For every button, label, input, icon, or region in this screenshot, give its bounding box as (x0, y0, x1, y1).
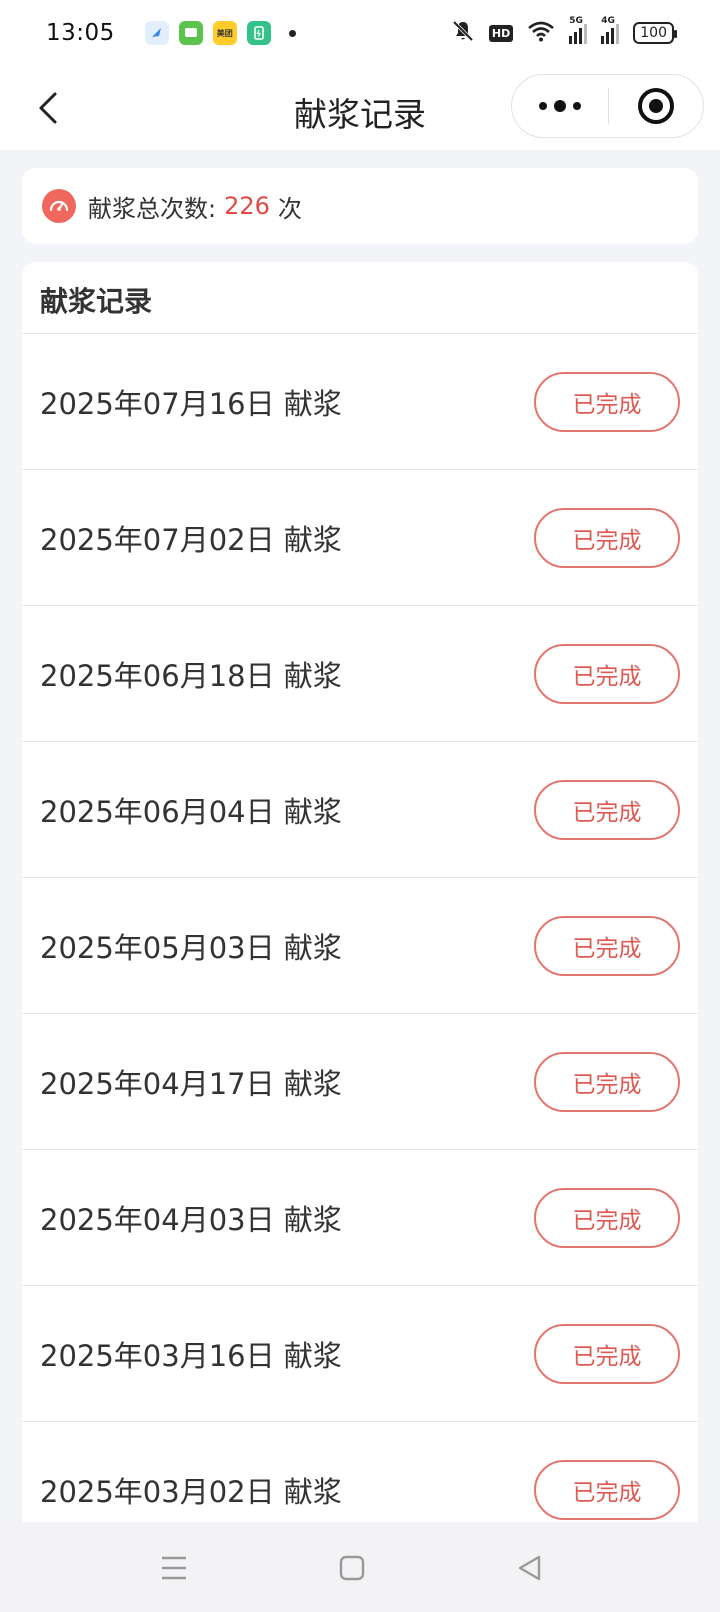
status-button[interactable]: 已完成 (534, 779, 680, 840)
status-button[interactable]: 已完成 (534, 1323, 680, 1384)
wifi-icon (527, 20, 555, 46)
system-nav-bar (0, 1524, 720, 1612)
record-row[interactable]: 2025年05月03日 献浆 已完成 (22, 878, 698, 1014)
status-button[interactable]: 已完成 (534, 371, 680, 432)
back-triangle-icon[interactable] (512, 1550, 548, 1586)
more-button[interactable] (512, 75, 608, 137)
record-date: 2025年03月02日 献浆 (40, 1474, 342, 1509)
record-row[interactable]: 2025年04月03日 献浆 已完成 (22, 1150, 698, 1286)
record-date: 2025年04月03日 献浆 (40, 1202, 342, 1237)
battery-saver-icon (246, 21, 271, 45)
meituan-icon: 美团 (212, 21, 237, 45)
record-date: 2025年03月16日 献浆 (40, 1338, 342, 1373)
more-notifications-dot (288, 29, 296, 37)
status-button[interactable]: 已完成 (534, 643, 680, 704)
record-date: 2025年06月18日 献浆 (40, 658, 342, 693)
status-time: 13:05 (46, 20, 115, 46)
record-row[interactable]: 2025年04月17日 献浆 已完成 (22, 1014, 698, 1150)
status-button[interactable]: 已完成 (534, 1187, 680, 1248)
record-date: 2025年06月04日 献浆 (40, 794, 342, 829)
status-button[interactable]: 已完成 (534, 915, 680, 976)
browser-icon (144, 21, 169, 45)
menu-icon[interactable] (156, 1550, 192, 1586)
record-date: 2025年07月16日 献浆 (40, 386, 342, 421)
notification-icons: 美团 (144, 21, 296, 45)
record-date: 2025年05月03日 献浆 (40, 930, 342, 965)
battery-icon: 100 (633, 22, 677, 44)
system-icons: HD 5G 4G 100 (451, 16, 677, 47)
record-date: 2025年04月17日 献浆 (40, 1066, 342, 1101)
target-close-icon (638, 88, 674, 124)
status-button[interactable]: 已完成 (534, 507, 680, 568)
record-row[interactable]: 2025年07月02日 献浆 已完成 (22, 470, 698, 606)
record-date: 2025年07月02日 献浆 (40, 522, 342, 557)
record-row[interactable]: 2025年03月02日 献浆 已完成 (22, 1422, 698, 1522)
total-count-value: 226 (224, 192, 270, 220)
signal-4g-icon: 4G (601, 16, 620, 44)
donation-summary-card: 献浆总次数: 226 次 (22, 168, 698, 244)
gauge-icon (42, 189, 76, 223)
status-button[interactable]: 已完成 (534, 1051, 680, 1112)
messages-icon (178, 21, 203, 45)
records-card: 献浆记录 2025年07月16日 献浆 已完成 2025年07月02日 献浆 已… (22, 262, 698, 1522)
record-row[interactable]: 2025年03月16日 献浆 已完成 (22, 1286, 698, 1422)
home-icon[interactable] (334, 1550, 370, 1586)
records-header: 献浆记录 (22, 262, 698, 334)
record-row[interactable]: 2025年07月16日 献浆 已完成 (22, 334, 698, 470)
mini-program-capsule (511, 74, 704, 138)
signal-5g-icon: 5G (569, 16, 588, 44)
status-bar: 13:05 美团 HD 5G 4G 100 (0, 0, 720, 66)
hd-voice-icon: HD (488, 24, 514, 42)
mute-icon (451, 19, 475, 47)
nav-bar: 献浆记录 (0, 66, 720, 150)
close-mini-program-button[interactable] (609, 75, 703, 137)
total-count-unit: 次 (277, 194, 302, 223)
total-count-label: 献浆总次数: (88, 194, 217, 223)
status-button[interactable]: 已完成 (534, 1459, 680, 1520)
record-row[interactable]: 2025年06月04日 献浆 已完成 (22, 742, 698, 878)
record-row[interactable]: 2025年06月18日 献浆 已完成 (22, 606, 698, 742)
